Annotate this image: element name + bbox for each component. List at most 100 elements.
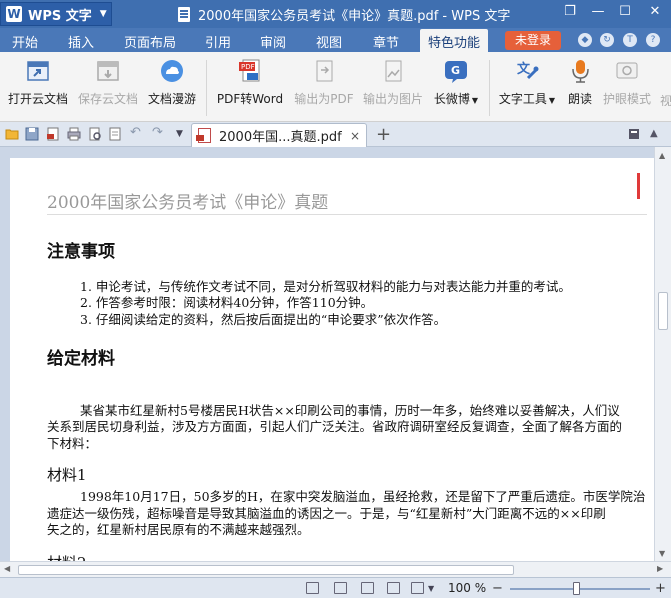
eye-care-icon [614, 58, 640, 84]
open-cloud-doc-button[interactable]: 打开云文档 [6, 58, 70, 107]
save-cloud-doc-label: 保存云文档 [77, 92, 138, 106]
svg-text:G: G [451, 64, 460, 77]
doc-roaming-label: 文档漫游 [147, 92, 196, 106]
doc-roaming-button[interactable]: 文档漫游 [146, 58, 198, 107]
read-aloud-button[interactable]: 朗读 [564, 58, 596, 107]
zoom-slider-thumb[interactable] [573, 582, 580, 595]
pdf-to-word-label: PDF转Word [216, 92, 284, 106]
zoom-slider-track[interactable] [510, 588, 650, 590]
export-image-icon [380, 58, 406, 84]
horizontal-scroll-thumb[interactable] [18, 565, 514, 575]
long-weibo-button[interactable]: G 长微博 ▼ [432, 58, 480, 107]
quick-access-bar: ↶ ↷ ▼ 2000年国...真题.pdf × + ▲ [0, 122, 671, 147]
zoom-in-button[interactable]: + [655, 581, 666, 596]
export-pdf-button[interactable]: 输出为PDF [292, 58, 356, 107]
minimize-button[interactable]: — [588, 4, 608, 19]
chevron-down-icon[interactable]: ▼ [428, 584, 434, 593]
print-icon[interactable] [67, 127, 81, 141]
material-2-title: 材料2 [47, 552, 87, 561]
vertical-scrollbar[interactable]: ▲ ▼ [654, 147, 671, 561]
undo-icon[interactable]: ↶ [130, 125, 144, 140]
protect-eye-icon[interactable] [411, 582, 424, 594]
save-cloud-doc-button[interactable]: 保存云文档 [76, 58, 140, 107]
output-pdf-icon[interactable] [46, 127, 60, 141]
title-bar: W WPS 文字 ▼ 2000年国家公务员考试《申论》真题.pdf - WPS … [0, 0, 671, 28]
zoom-level: 100 % [448, 581, 487, 595]
app-name: WPS 文字 [28, 8, 92, 24]
tab-list-icon[interactable] [628, 128, 640, 140]
customize-toolbar-icon[interactable]: ▼ [176, 129, 190, 143]
menu-bar: 开始 插入 页面布局 引用 审阅 视图 章节 特色功能 未登录 ◆ ↻ T ? [0, 28, 671, 52]
login-button[interactable]: 未登录 [505, 31, 561, 50]
section-title-materials: 给定材料 [47, 349, 115, 369]
sync-icon[interactable]: ↻ [600, 33, 614, 47]
tab-document[interactable]: 2000年国...真题.pdf × [191, 123, 367, 147]
pdf-file-icon [196, 128, 211, 143]
outline-view-icon[interactable] [361, 582, 374, 594]
scroll-up-icon[interactable]: ▲ [659, 151, 665, 160]
menu-page-layout[interactable]: 页面布局 [124, 32, 176, 51]
save-icon[interactable] [25, 127, 39, 141]
document-page: 2000年国家公务员考试《申论》真题 注意事项 1. 申论考试，与传统作文考试不… [10, 158, 654, 561]
menu-home[interactable]: 开始 [12, 32, 38, 51]
shirt-icon[interactable]: T [623, 33, 637, 47]
scroll-down-icon[interactable]: ▼ [659, 549, 665, 558]
pdf-to-word-button[interactable]: PDF PDF转Word [214, 58, 286, 107]
menu-special-features[interactable]: 特色功能 [420, 29, 489, 52]
ribbon-divider [206, 60, 207, 116]
export-pdf-label: 输出为PDF [294, 92, 354, 106]
redo-icon[interactable]: ↷ [152, 125, 166, 140]
eye-care-label: 护眼模式 [602, 92, 651, 106]
intro-line: 下材料： [47, 436, 98, 451]
eye-care-mode-button[interactable]: 护眼模式 [601, 58, 653, 107]
read-aloud-icon [567, 58, 593, 84]
menu-insert[interactable]: 插入 [68, 32, 94, 51]
skin-icon[interactable]: ◆ [578, 33, 592, 47]
material-1-title: 材料1 [47, 466, 87, 484]
maximize-button[interactable]: ☐ [615, 4, 635, 19]
window-title-text: 2000年国家公务员考试《申论》真题.pdf - WPS 文字 [198, 9, 511, 24]
cloud-roam-icon [159, 58, 185, 84]
intro-line: 关系到居民切身利益，涉及方方面面，引起人们广泛关注。省政府调研室经反复调查，全面… [47, 419, 623, 434]
red-margin-mark [637, 173, 640, 199]
new-tab-button[interactable]: + [376, 124, 391, 145]
wps-logo-icon: W [6, 6, 22, 22]
collapse-ribbon-icon[interactable]: ▲ [650, 128, 658, 139]
horizontal-scrollbar[interactable]: ◀ ▶ [0, 561, 671, 577]
text-tools-button[interactable]: 文 文字工具 ▼ [496, 58, 558, 107]
scroll-left-icon[interactable]: ◀ [4, 564, 10, 573]
section-title-notes: 注意事项 [47, 242, 115, 262]
text-tools-label: 文字工具 [498, 92, 547, 106]
text-tools-icon: 文 [514, 58, 540, 84]
menu-references[interactable]: 引用 [205, 32, 231, 51]
menu-review[interactable]: 审阅 [260, 32, 286, 51]
document-preview-icon[interactable] [108, 127, 122, 141]
help-icon[interactable]: ? [646, 33, 660, 47]
document-icon [178, 7, 190, 22]
menu-chapter[interactable]: 章节 [373, 32, 399, 51]
export-image-button[interactable]: 输出为图片 [360, 58, 426, 107]
cloud-save-icon [95, 58, 121, 84]
chevron-down-icon: ▼ [99, 9, 107, 19]
app-menu-button[interactable]: W WPS 文字 ▼ [0, 2, 112, 26]
read-layout-icon[interactable] [387, 582, 400, 594]
svg-text:PDF: PDF [241, 63, 255, 71]
long-weibo-label: 长微博 [433, 92, 470, 106]
restore-small-icon[interactable]: ❐ [560, 4, 580, 19]
open-cloud-doc-label: 打开云文档 [7, 92, 68, 106]
scroll-right-icon[interactable]: ▶ [657, 564, 663, 573]
close-tab-icon[interactable]: × [350, 129, 360, 143]
header-divider [47, 214, 647, 215]
chevron-down-icon: ▼ [471, 96, 479, 105]
menu-view[interactable]: 视图 [316, 32, 342, 51]
ribbon-divider [489, 60, 490, 116]
zoom-out-button[interactable]: − [492, 581, 503, 596]
close-window-button[interactable]: ✕ [645, 4, 665, 19]
vertical-scroll-thumb[interactable] [658, 292, 668, 330]
print-preview-icon[interactable] [88, 127, 102, 141]
ribbon-overflow: 视 [660, 94, 671, 106]
fit-page-icon[interactable] [306, 582, 319, 594]
open-folder-icon[interactable] [5, 127, 19, 141]
note-line: 3. 仔细阅读给定的资料，然后按后面提出的“申论要求”依次作答。 [80, 312, 447, 327]
page-view-icon[interactable] [334, 582, 347, 594]
